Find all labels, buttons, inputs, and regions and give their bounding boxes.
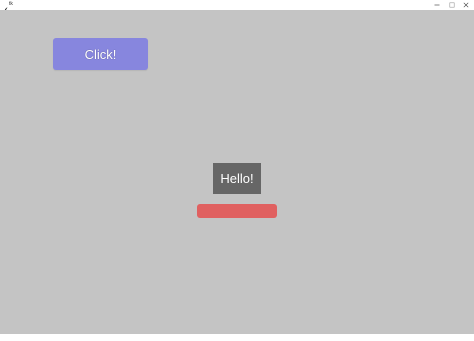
close-icon [463,2,469,7]
window-title: tk [9,1,13,7]
maximize-icon [449,2,455,8]
minimize-button[interactable] [430,0,444,9]
title-bar[interactable]: tk [0,0,474,14]
window-bottom-border [0,334,474,341]
window-canvas: Click! Hello! [0,10,474,334]
hello-label: Hello! [213,163,261,194]
feather-icon [3,1,8,14]
close-button[interactable] [459,0,473,9]
minimize-icon [434,4,440,5]
app-window: tk Click! Hello! [0,0,474,341]
red-bar [197,204,277,218]
maximize-button[interactable] [445,0,459,9]
click-button[interactable]: Click! [53,38,148,70]
